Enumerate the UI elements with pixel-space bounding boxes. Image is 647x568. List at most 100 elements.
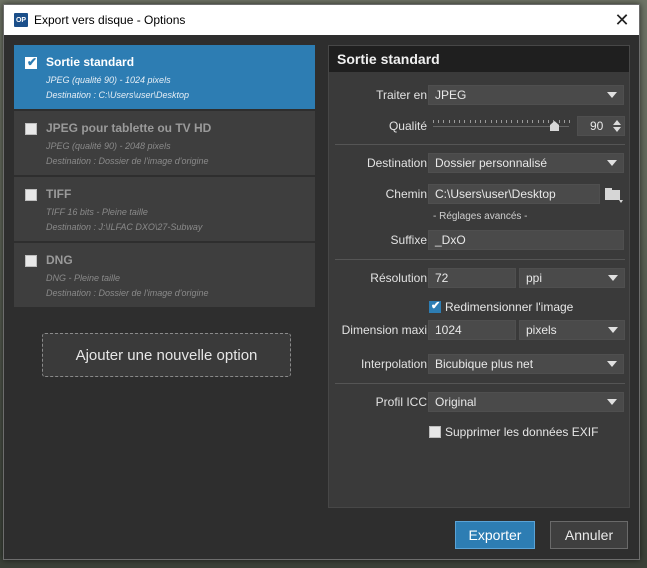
slider-tick bbox=[459, 120, 460, 123]
chevron-down-icon bbox=[619, 200, 623, 203]
interpolation-select[interactable]: Bicubique plus net bbox=[428, 354, 624, 374]
chevron-down-icon bbox=[608, 275, 618, 281]
suffix-value: _DxO bbox=[435, 233, 466, 247]
icc-row: Profil ICC Original bbox=[329, 392, 629, 414]
slider-tick bbox=[564, 120, 565, 123]
slider-tick bbox=[517, 120, 518, 123]
folder-body bbox=[605, 190, 620, 200]
resolution-value: 72 bbox=[435, 271, 449, 285]
preset-item[interactable]: DNG DNG - Pleine taille Destination : Do… bbox=[14, 243, 315, 307]
slider-tick bbox=[522, 120, 523, 123]
add-option-button[interactable]: Ajouter une nouvelle option bbox=[42, 333, 291, 377]
title-bar: OP Export vers disque - Options ✕ bbox=[4, 5, 639, 35]
slider-tick bbox=[559, 120, 560, 123]
path-row: Chemin C:\Users\user\Desktop bbox=[329, 184, 629, 206]
slider-tick bbox=[449, 120, 450, 123]
resolution-unit-select[interactable]: ppi bbox=[519, 268, 625, 288]
check-icon: ✔ bbox=[27, 55, 38, 69]
suffix-input[interactable]: _DxO bbox=[428, 230, 624, 250]
separator bbox=[335, 383, 625, 384]
separator bbox=[335, 144, 625, 145]
chevron-down-icon bbox=[607, 92, 617, 98]
format-value: JPEG bbox=[435, 88, 467, 102]
format-select[interactable]: JPEG bbox=[428, 85, 624, 105]
max-dimension-unit-select[interactable]: pixels bbox=[519, 320, 625, 340]
slider-tick bbox=[443, 120, 444, 123]
options-panel: Sortie standard Traiter en JPEG Qualité … bbox=[328, 45, 630, 508]
preset-item[interactable]: JPEG pour tablette ou TV HD JPEG (qualit… bbox=[14, 111, 315, 175]
max-dimension-input[interactable]: 1024 bbox=[428, 320, 516, 340]
export-dialog: OP Export vers disque - Options ✕ ✔ Sort… bbox=[3, 4, 640, 560]
resize-row: ✔ Redimensionner l'image bbox=[329, 300, 629, 316]
destination-value: Dossier personnalisé bbox=[435, 156, 548, 170]
resize-label[interactable]: Redimensionner l'image bbox=[445, 300, 573, 314]
preset-format: JPEG (qualité 90) - 1024 pixels bbox=[46, 75, 171, 85]
preset-name: Sortie standard bbox=[46, 55, 135, 69]
slider-tick bbox=[491, 120, 492, 123]
spin-down-icon[interactable] bbox=[613, 127, 621, 132]
slider-tick bbox=[475, 120, 476, 123]
folder-icon[interactable] bbox=[605, 186, 623, 203]
slider-tick bbox=[485, 120, 486, 123]
separator bbox=[335, 259, 625, 260]
close-icon[interactable]: ✕ bbox=[607, 5, 637, 35]
preset-destination: Destination : J:\ILFAC DXO\27-Subway bbox=[46, 222, 203, 232]
icc-value: Original bbox=[435, 395, 477, 409]
path-input[interactable]: C:\Users\user\Desktop bbox=[428, 184, 600, 204]
preset-checkbox[interactable] bbox=[25, 189, 37, 201]
chevron-down-icon bbox=[607, 361, 617, 367]
preset-checkbox[interactable]: ✔ bbox=[25, 55, 38, 69]
preset-format: TIFF 16 bits - Pleine taille bbox=[46, 207, 148, 217]
preset-name: DNG bbox=[46, 253, 73, 267]
icc-select[interactable]: Original bbox=[428, 392, 624, 412]
slider-tick bbox=[538, 120, 539, 123]
preset-checkbox[interactable] bbox=[25, 255, 37, 267]
slider-tick bbox=[511, 120, 512, 123]
spin-up-icon[interactable] bbox=[613, 120, 621, 125]
preset-destination: Destination : Dossier de l'image d'origi… bbox=[46, 288, 209, 298]
slider-tick bbox=[438, 120, 439, 123]
slider-tick bbox=[464, 120, 465, 123]
interpolation-label: Interpolation bbox=[360, 357, 427, 371]
slider-tick bbox=[454, 120, 455, 123]
resolution-unit-value: ppi bbox=[526, 271, 543, 285]
max-dimension-unit-value: pixels bbox=[526, 323, 557, 337]
destination-row: Destination Dossier personnalisé bbox=[329, 153, 629, 175]
strip-exif-row: Supprimer les données EXIF bbox=[329, 425, 629, 441]
resize-checkbox[interactable]: ✔ bbox=[429, 300, 441, 313]
preset-item[interactable]: ✔ Sortie standard JPEG (qualité 90) - 10… bbox=[14, 45, 315, 109]
quality-slider-track[interactable] bbox=[433, 126, 569, 127]
resolution-input[interactable]: 72 bbox=[428, 268, 516, 288]
max-dimension-row: Dimension maxi 1024 pixels bbox=[329, 320, 629, 342]
preset-destination: Destination : Dossier de l'image d'origi… bbox=[46, 156, 209, 166]
export-button[interactable]: Exporter bbox=[455, 521, 535, 549]
quality-slider-thumb[interactable] bbox=[550, 121, 559, 131]
path-value: C:\Users\user\Desktop bbox=[435, 187, 556, 201]
quality-value: 90 bbox=[590, 119, 604, 133]
window-title: Export vers disque - Options bbox=[34, 13, 186, 27]
strip-exif-checkbox[interactable] bbox=[429, 426, 441, 438]
advanced-settings-link[interactable]: - Réglages avancés - bbox=[433, 211, 528, 222]
cancel-button[interactable]: Annuler bbox=[550, 521, 628, 549]
resolution-label: Résolution bbox=[370, 271, 427, 285]
dialog-content: ✔ Sortie standard JPEG (qualité 90) - 10… bbox=[4, 35, 639, 559]
preset-checkbox[interactable] bbox=[25, 123, 37, 135]
strip-exif-label[interactable]: Supprimer les données EXIF bbox=[445, 425, 598, 439]
preset-name: JPEG pour tablette ou TV HD bbox=[46, 121, 212, 135]
preset-destination: Destination : C:\Users\user\Desktop bbox=[46, 90, 190, 100]
slider-tick bbox=[506, 120, 507, 123]
preset-format: JPEG (qualité 90) - 2048 pixels bbox=[46, 141, 171, 151]
slider-tick bbox=[433, 120, 434, 123]
quality-spinbox[interactable]: 90 bbox=[577, 116, 625, 136]
slider-tick bbox=[527, 120, 528, 123]
interpolation-row: Interpolation Bicubique plus net bbox=[329, 354, 629, 376]
suffix-row: Suffixe _DxO bbox=[329, 230, 629, 252]
slider-tick bbox=[569, 120, 570, 123]
destination-select[interactable]: Dossier personnalisé bbox=[428, 153, 624, 173]
resolution-row: Résolution 72 ppi bbox=[329, 268, 629, 290]
preset-list: ✔ Sortie standard JPEG (qualité 90) - 10… bbox=[14, 45, 319, 377]
check-icon: ✔ bbox=[431, 300, 441, 312]
slider-tick bbox=[496, 120, 497, 123]
slider-tick bbox=[532, 120, 533, 123]
preset-item[interactable]: TIFF TIFF 16 bits - Pleine taille Destin… bbox=[14, 177, 315, 241]
